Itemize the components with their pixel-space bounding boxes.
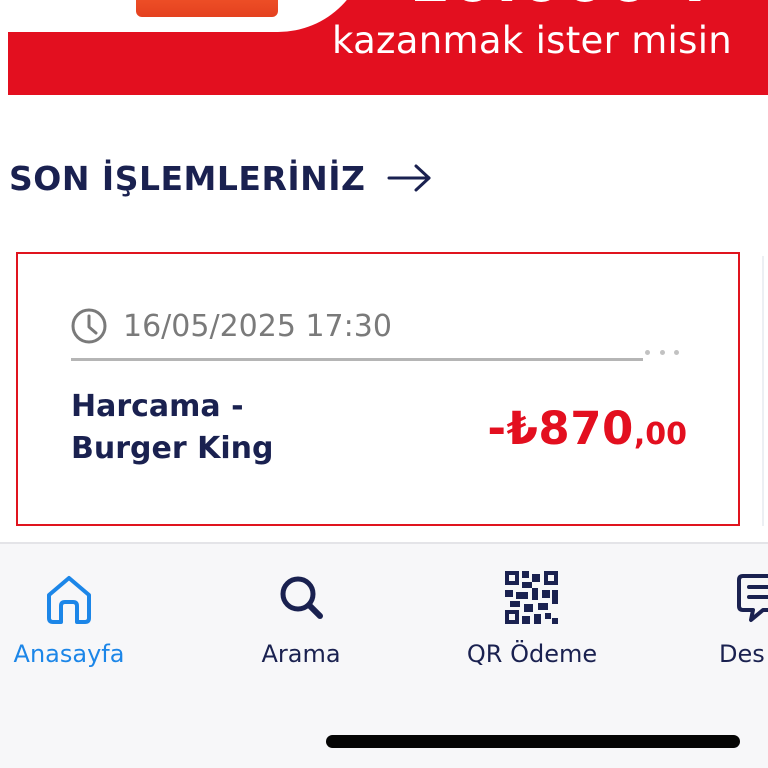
qr-code-icon [505, 571, 558, 624]
tab-search[interactable]: Arama [216, 564, 386, 684]
chat-icon [737, 574, 768, 622]
transaction-date-row: 16/05/2025 17:30 [71, 308, 392, 344]
transaction-description: Harcama - Burger King [71, 389, 274, 466]
screen: 10.000 T kazanmak ister misin SON İŞLEML… [0, 0, 768, 768]
transaction-amount-main: -₺870 [487, 402, 634, 455]
transaction-card[interactable]: 16/05/2025 17:30 Harcama - Burger King -… [16, 252, 740, 526]
transaction-amount-decimals: ,00 [633, 417, 687, 452]
banner-text: kazanmak ister misin [332, 19, 733, 62]
transaction-amount: -₺870 ,00 [487, 402, 687, 455]
tab-qr-payment-label: QR Ödeme [466, 640, 598, 668]
section-title: SON İŞLEMLERİNİZ [9, 158, 366, 198]
home-icon [47, 576, 91, 624]
tab-support[interactable]: Des [713, 564, 768, 684]
gift-box-icon [136, 0, 278, 17]
transaction-date: 16/05/2025 17:30 [123, 308, 392, 344]
search-icon [280, 576, 323, 619]
banner-amount: 10.000 T [408, 0, 717, 16]
tab-home[interactable]: Anasayfa [0, 564, 154, 684]
next-transaction-card[interactable] [762, 256, 768, 526]
arrow-right-icon [387, 164, 431, 192]
more-options-icon[interactable] [645, 345, 679, 359]
recent-transactions-header[interactable]: SON İŞLEMLERİNİZ [9, 150, 433, 206]
promo-banner[interactable]: 10.000 T kazanmak ister misin [8, 0, 768, 95]
tab-home-label: Anasayfa [13, 640, 125, 668]
divider [71, 358, 643, 361]
tab-search-label: Arama [261, 640, 341, 668]
home-indicator [326, 735, 740, 748]
tab-support-label: Des [719, 640, 765, 668]
clock-icon [71, 308, 107, 344]
tab-qr-payment[interactable]: QR Ödeme [447, 564, 617, 684]
